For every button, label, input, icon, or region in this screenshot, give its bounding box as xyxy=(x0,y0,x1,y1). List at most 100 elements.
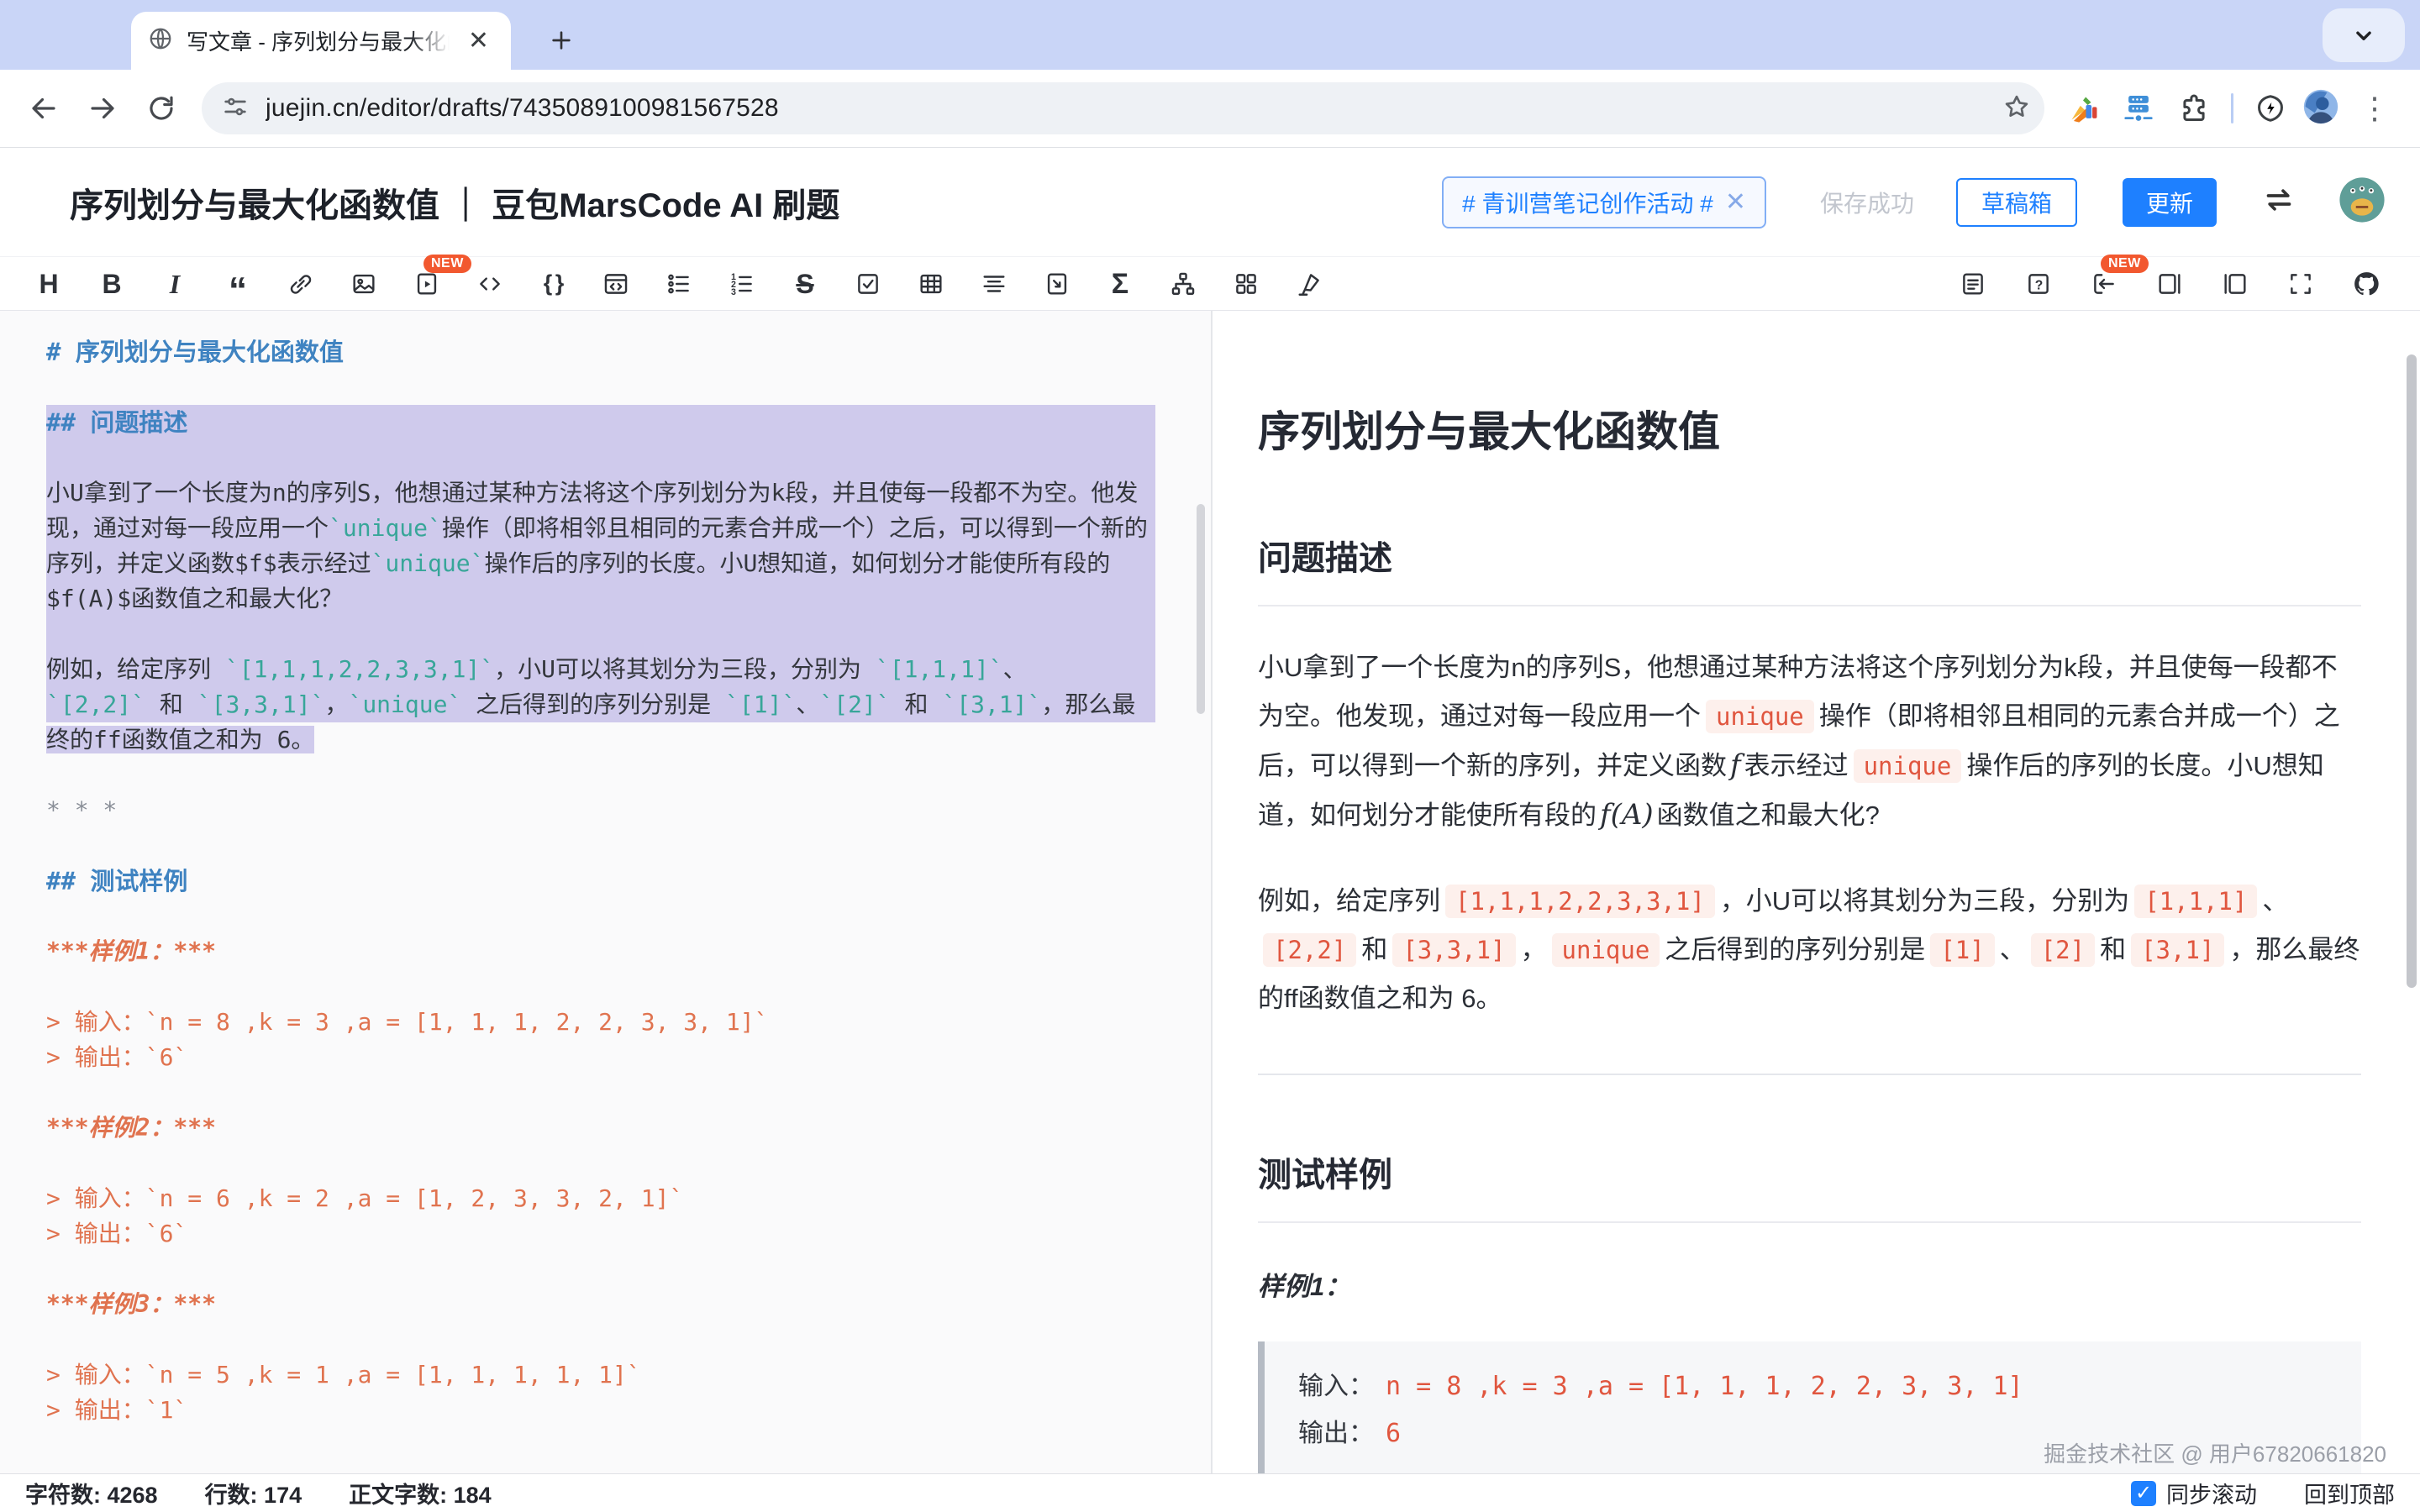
braces-icon[interactable]: { } xyxy=(538,269,568,299)
formula-glyph: Σ xyxy=(1112,270,1128,298)
panel-columns-icon[interactable] xyxy=(2220,269,2250,299)
editor-line xyxy=(46,1075,1155,1110)
import-icon[interactable]: NEW xyxy=(2089,269,2119,299)
stat-item: 字符数: 4268 xyxy=(25,1477,158,1509)
tab-title: 写文章 - 序列划分与最大化函数值 xyxy=(187,25,450,56)
preview-paragraph: 小U拿到了一个长度为n的序列S，他想通过某种方法将这个序列划分为k段，并且使每一… xyxy=(1258,643,2361,840)
site-settings-icon[interactable] xyxy=(222,93,249,124)
url-text[interactable]: juejin.cn/editor/drafts/7435089100981567… xyxy=(266,94,1986,123)
drafts-button[interactable]: 草稿箱 xyxy=(1956,178,2077,227)
update-button[interactable]: 更新 xyxy=(2123,178,2217,227)
markdown-source-pane[interactable]: # 序列划分与最大化函数值 ## 问题描述 小U拿到了一个长度为n的序列S，他想… xyxy=(0,311,1213,1473)
editor-line xyxy=(46,899,1155,934)
tab-list-chevron-button[interactable] xyxy=(2323,8,2405,62)
editor-line: > 输出：`1` xyxy=(46,1393,1155,1428)
bulleted-list-icon[interactable] xyxy=(664,269,694,299)
tag-close-icon[interactable]: ✕ xyxy=(1725,187,1746,217)
back-button[interactable] xyxy=(18,83,69,134)
extension-server-icon[interactable] xyxy=(2115,85,2162,132)
preview-title: 序列划分与最大化函数值 xyxy=(1258,398,2361,459)
swap-sync-icon[interactable] xyxy=(2262,183,2296,221)
back-to-top-button[interactable]: 回到顶部 xyxy=(2304,1477,2395,1509)
editor-line: > 输入：`n = 6 ,k = 2 ,a = [1, 2, 3, 3, 2, … xyxy=(46,1181,1155,1216)
svg-text:3: 3 xyxy=(731,286,736,297)
chrome-menu-icon[interactable]: ⋮ xyxy=(2348,93,2402,123)
editor-line: ***样例2：*** xyxy=(46,1110,1155,1146)
topic-tag-chip[interactable]: # 青训营笔记创作活动 # ✕ xyxy=(1442,176,1766,228)
editor-header: 序列划分与最大化函数值 ｜ 豆包MarsCode AI 刷题 # 青训营笔记创作… xyxy=(0,148,2420,256)
editor-line xyxy=(46,1322,1155,1357)
preview-divider xyxy=(1258,1074,2361,1075)
editor-line: 现，通过对每一段应用一个`unique`操作（即将相邻且相同的元素合并成一个）之… xyxy=(46,511,1155,546)
reload-button[interactable] xyxy=(136,83,187,134)
editor-line: `[2,2]` 和 `[3,3,1]`，`unique` 之后得到的序列分别是 … xyxy=(46,687,1155,722)
user-avatar[interactable] xyxy=(2338,176,2386,228)
topic-tag-label: # 青训营笔记创作活动 # xyxy=(1462,186,1713,219)
outline-icon[interactable] xyxy=(1958,269,1988,299)
browser-profile-avatar[interactable] xyxy=(2302,88,2339,129)
link-icon[interactable] xyxy=(286,269,316,299)
editor-line xyxy=(46,370,1155,405)
bookmark-star-icon[interactable] xyxy=(2002,92,2031,125)
editor-line xyxy=(46,758,1155,793)
braces-glyph: { } xyxy=(544,272,563,295)
editor-line xyxy=(46,440,1155,475)
new-tab-button[interactable] xyxy=(539,18,583,62)
tab-close-icon[interactable]: ✕ xyxy=(463,27,494,55)
editor-line: 序列，并定义函数$f$表示经过`unique`操作后的序列的长度。小U想知道，如… xyxy=(46,546,1155,581)
new-badge: NEW xyxy=(424,255,471,273)
code-block-icon[interactable] xyxy=(601,269,631,299)
status-bar: 字符数: 4268行数: 174正文字数: 184 ✓ 同步滚动 回到顶部 xyxy=(0,1473,2420,1512)
preview-paragraph: 例如，给定序列[1,1,1,2,2,3,3,1]，小U可以将其划分为三段，分别为… xyxy=(1258,877,2361,1023)
window-scrollbar-thumb[interactable] xyxy=(2407,354,2417,988)
editor-line: > 输出：`6` xyxy=(46,1216,1155,1252)
video-icon[interactable]: NEW xyxy=(412,269,442,299)
strikethrough-glyph: S xyxy=(796,270,813,297)
panel-right-icon[interactable] xyxy=(2154,269,2185,299)
forward-button[interactable] xyxy=(77,83,128,134)
sync-scroll-toggle[interactable]: ✓ 同步滚动 xyxy=(2131,1477,2257,1509)
editor-line: $f(A)$函数值之和最大化？ xyxy=(46,581,1155,617)
heading-icon[interactable]: H xyxy=(34,269,64,299)
github-icon[interactable] xyxy=(2351,269,2381,299)
strikethrough-icon[interactable]: S xyxy=(790,269,820,299)
document-stats: 字符数: 4268行数: 174正文字数: 184 xyxy=(25,1477,492,1509)
formula-icon[interactable]: Σ xyxy=(1105,269,1135,299)
grid-apps-icon[interactable] xyxy=(1231,269,1261,299)
sync-scroll-label: 同步滚动 xyxy=(2166,1477,2257,1509)
bold-icon[interactable]: B xyxy=(97,269,127,299)
blockquote-icon[interactable]: “ xyxy=(223,269,253,299)
help-icon[interactable]: ? xyxy=(2023,269,2054,299)
diagram-icon[interactable] xyxy=(1168,269,1198,299)
address-bar[interactable]: juejin.cn/editor/drafts/7435089100981567… xyxy=(202,82,2044,134)
italic-icon[interactable]: I xyxy=(160,269,190,299)
svg-text:?: ? xyxy=(2035,278,2044,292)
article-title-input[interactable]: 序列划分与最大化函数值 ｜ 豆包MarsCode AI 刷题 xyxy=(70,178,1422,227)
preview-pane: 序列划分与最大化函数值问题描述小U拿到了一个长度为n的序列S，他想通过某种方法将… xyxy=(1213,311,2420,1473)
blockquote-glyph: “ xyxy=(229,280,247,302)
page-export-icon[interactable] xyxy=(1042,269,1072,299)
editor-line xyxy=(46,1146,1155,1181)
fullscreen-icon[interactable] xyxy=(2286,269,2316,299)
globe-icon xyxy=(148,26,173,55)
leaf-energy-icon[interactable] xyxy=(2247,85,2294,132)
numbered-list-icon[interactable]: 123 xyxy=(727,269,757,299)
editor-line xyxy=(46,969,1155,1005)
inline-code-icon[interactable] xyxy=(475,269,505,299)
editor-line xyxy=(46,1252,1155,1287)
browser-toolbar: juejin.cn/editor/drafts/7435089100981567… xyxy=(0,70,2420,148)
image-icon[interactable] xyxy=(349,269,379,299)
editor-line: 终的ff函数值之和为 6。 xyxy=(46,722,1155,758)
align-icon[interactable] xyxy=(979,269,1009,299)
extension-carrot-icon[interactable] xyxy=(2060,85,2107,132)
editor-scrollbar-thumb[interactable] xyxy=(1197,504,1205,714)
checkbox-checked-icon[interactable]: ✓ xyxy=(2131,1481,2156,1506)
preview-heading: 测试样例 xyxy=(1258,1147,2361,1223)
highlight-pen-icon[interactable] xyxy=(1294,269,1324,299)
task-list-icon[interactable] xyxy=(853,269,883,299)
browser-tab[interactable]: 写文章 - 序列划分与最大化函数值 ✕ xyxy=(131,12,511,70)
table-icon[interactable] xyxy=(916,269,946,299)
toolbar-right-group: ? NEW xyxy=(1958,269,2381,299)
editor-line: 例如，给定序列 `[1,1,1,2,2,3,3,1]`，小U可以将其划分为三段，… xyxy=(46,652,1155,687)
extensions-puzzle-icon[interactable] xyxy=(2170,85,2217,132)
